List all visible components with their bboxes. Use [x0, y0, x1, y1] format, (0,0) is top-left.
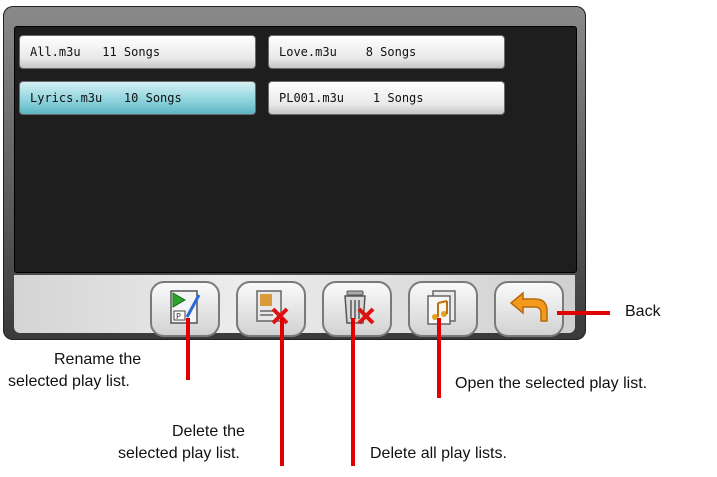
open-callout-line: [437, 318, 441, 398]
playlist-item-love[interactable]: Love.m3u 8 Songs: [268, 35, 505, 69]
delete-all-callout-line: [351, 318, 355, 466]
delete-callout-line: [280, 318, 284, 466]
rename-callout-line: [186, 318, 190, 380]
open-playlist-icon: [423, 287, 463, 331]
delete-all-callout-label: Delete all play lists.: [370, 445, 507, 462]
svg-text:P: P: [176, 312, 181, 321]
delete-playlist-button[interactable]: [236, 281, 306, 337]
open-callout-label: Open the selected play list.: [455, 375, 648, 392]
rename-callout-label-line2: selected play list.: [8, 373, 130, 390]
delete-all-icon: [337, 287, 377, 331]
rename-callout-label-line1: Rename the: [54, 351, 142, 368]
back-button[interactable]: [494, 281, 564, 337]
back-arrow-icon: [507, 289, 551, 329]
device-frame: All.m3u 11 Songs Love.m3u 8 Songs Lyrics…: [3, 6, 586, 340]
playlist-item-lyrics[interactable]: Lyrics.m3u 10 Songs: [19, 81, 256, 115]
rename-playlist-icon: P: [165, 287, 205, 331]
delete-callout-label-line2: selected play list.: [118, 445, 240, 462]
playlist-panel: All.m3u 11 Songs Love.m3u 8 Songs Lyrics…: [14, 26, 577, 273]
back-callout-line: [557, 311, 610, 315]
playlist-item-all[interactable]: All.m3u 11 Songs: [19, 35, 256, 69]
open-playlist-button[interactable]: [408, 281, 478, 337]
delete-all-button[interactable]: [322, 281, 392, 337]
toolbar: P: [14, 275, 575, 337]
delete-playlist-icon: [251, 287, 291, 331]
rename-playlist-button[interactable]: P: [150, 281, 220, 337]
delete-callout-label-line1: Delete the: [172, 423, 245, 440]
back-callout-label: Back: [625, 303, 661, 320]
playlist-item-pl001[interactable]: PL001.m3u 1 Songs: [268, 81, 505, 115]
